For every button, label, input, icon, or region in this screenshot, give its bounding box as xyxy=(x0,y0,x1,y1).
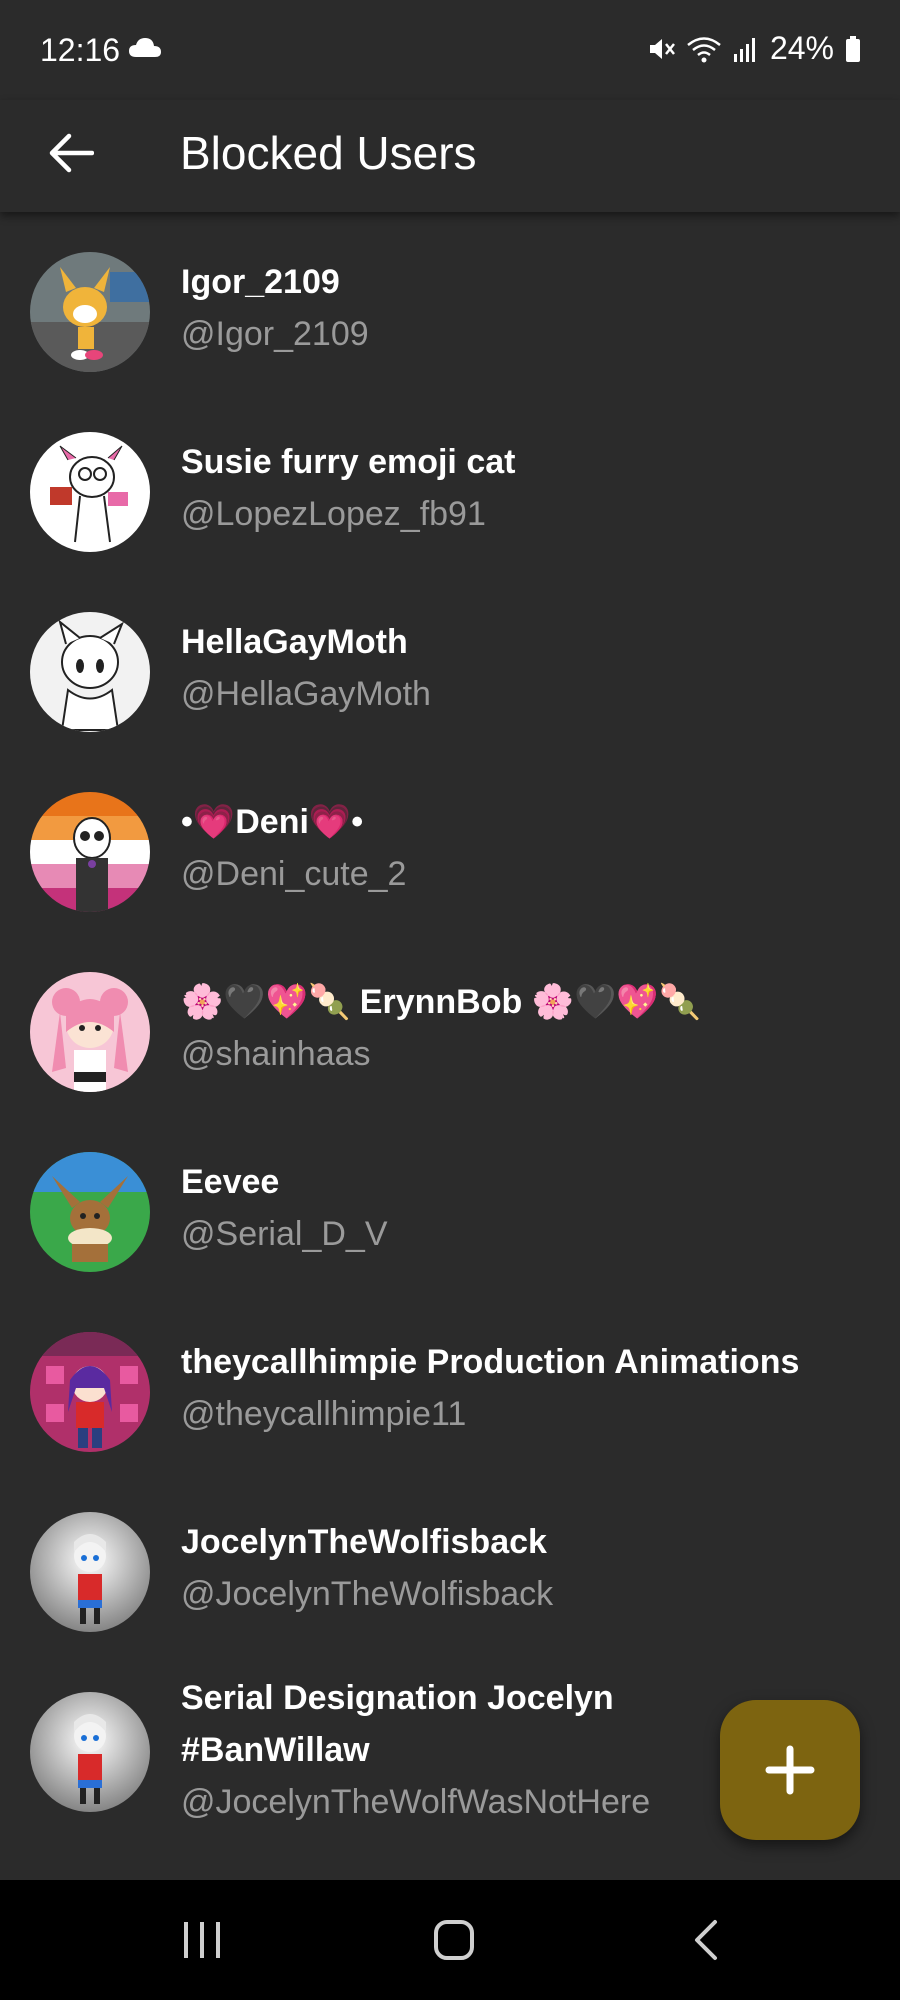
avatar-image xyxy=(30,972,150,1092)
status-icons: 24% xyxy=(646,30,862,67)
user-display-name: 🌸🖤💖🍡 ErynnBob 🌸🖤💖🍡 xyxy=(181,983,702,1021)
avatar xyxy=(30,1152,150,1272)
avatar-image xyxy=(30,432,150,552)
battery-percentage: 24% xyxy=(769,30,834,66)
user-handle: @shainhaas xyxy=(181,1035,371,1073)
recents-icon xyxy=(184,1922,220,1958)
cloud-icon xyxy=(129,38,161,57)
user-display-name: JocelynTheWolfisback xyxy=(181,1523,547,1561)
home-button[interactable] xyxy=(414,1910,494,1970)
user-text: JocelynTheWolfisback @JocelynTheWolfisba… xyxy=(181,1516,870,1620)
user-handle: @Deni_cute_2 xyxy=(181,855,407,893)
list-item[interactable]: JocelynTheWolfisback @JocelynTheWolfisba… xyxy=(0,1512,900,1692)
avatar-image xyxy=(30,1692,150,1812)
status-bar: 12:16 24% xyxy=(0,0,900,100)
plus-icon xyxy=(765,1745,815,1795)
list-item[interactable]: Susie furry emoji cat @LopezLopez_fb91 xyxy=(0,432,900,612)
app-bar: Blocked Users xyxy=(0,100,900,212)
user-handle: @Igor_2109 xyxy=(181,315,369,353)
user-text: Susie furry emoji cat @LopezLopez_fb91 xyxy=(181,436,870,540)
avatar xyxy=(30,1692,150,1812)
back-button[interactable] xyxy=(36,118,106,188)
page-title: Blocked Users xyxy=(180,127,477,179)
user-handle: @Serial_D_V xyxy=(181,1215,388,1253)
signal-icon xyxy=(733,37,755,62)
avatar xyxy=(30,432,150,552)
avatar xyxy=(30,612,150,732)
add-blocked-user-button[interactable] xyxy=(720,1700,860,1840)
user-display-name: Igor_2109 xyxy=(181,263,340,301)
user-text: Eevee @Serial_D_V xyxy=(181,1156,870,1260)
battery-icon xyxy=(846,35,860,62)
list-item[interactable]: 🌸🖤💖🍡 ErynnBob 🌸🖤💖🍡 @shainhaas xyxy=(0,972,900,1152)
user-display-name: HellaGayMoth xyxy=(181,623,408,661)
arrow-left-icon xyxy=(49,133,94,173)
user-text: Serial Designation Jocelyn #BanWillaw @J… xyxy=(181,1672,670,1828)
user-display-name: Serial Designation Jocelyn #BanWillaw xyxy=(181,1679,614,1769)
recents-button[interactable] xyxy=(162,1910,242,1970)
user-text: Igor_2109 @Igor_2109 xyxy=(181,256,870,360)
avatar-image xyxy=(30,792,150,912)
list-item[interactable]: HellaGayMoth @HellaGayMoth xyxy=(0,612,900,792)
user-display-name: Susie furry emoji cat xyxy=(181,443,516,481)
home-icon xyxy=(434,1920,474,1960)
avatar xyxy=(30,1332,150,1452)
user-handle: @JocelynTheWolfisback xyxy=(181,1575,554,1613)
avatar xyxy=(30,252,150,372)
avatar-image xyxy=(30,1152,150,1272)
avatar-image xyxy=(30,1332,150,1452)
list-item[interactable]: Igor_2109 @Igor_2109 xyxy=(0,252,900,432)
nav-back-button[interactable] xyxy=(666,1910,746,1970)
user-handle: @JocelynTheWolfWasNotHere xyxy=(181,1783,651,1821)
user-text: theycallhimpie Production Animations @th… xyxy=(181,1336,870,1440)
user-text: •💗Deni💗• @Deni_cute_2 xyxy=(181,796,870,900)
list-item[interactable]: theycallhimpie Production Animations @th… xyxy=(0,1332,900,1512)
avatar xyxy=(30,1512,150,1632)
system-nav-bar xyxy=(0,1880,900,2000)
user-display-name: •💗Deni💗• xyxy=(181,803,364,841)
back-icon xyxy=(695,1920,717,1960)
user-handle: @HellaGayMoth xyxy=(181,675,431,713)
user-text: 🌸🖤💖🍡 ErynnBob 🌸🖤💖🍡 @shainhaas xyxy=(181,976,870,1080)
user-display-name: theycallhimpie Production Animations xyxy=(181,1343,800,1381)
status-time: 12:16 xyxy=(40,32,121,68)
avatar xyxy=(30,972,150,1092)
list-item[interactable]: Eevee @Serial_D_V xyxy=(0,1152,900,1332)
avatar-image xyxy=(30,252,150,372)
user-text: HellaGayMoth @HellaGayMoth xyxy=(181,616,870,720)
avatar-image xyxy=(30,1512,150,1632)
wifi-icon xyxy=(687,36,721,62)
mute-icon xyxy=(649,38,675,59)
blocked-users-list: Igor_2109 @Igor_2109 Susie furry emoji c… xyxy=(0,212,900,1880)
avatar xyxy=(30,792,150,912)
user-display-name: Eevee xyxy=(181,1163,280,1201)
list-item[interactable]: •💗Deni💗• @Deni_cute_2 xyxy=(0,792,900,972)
user-handle: @theycallhimpie11 xyxy=(181,1395,467,1433)
avatar-image xyxy=(30,612,150,732)
user-handle: @LopezLopez_fb91 xyxy=(181,495,486,533)
